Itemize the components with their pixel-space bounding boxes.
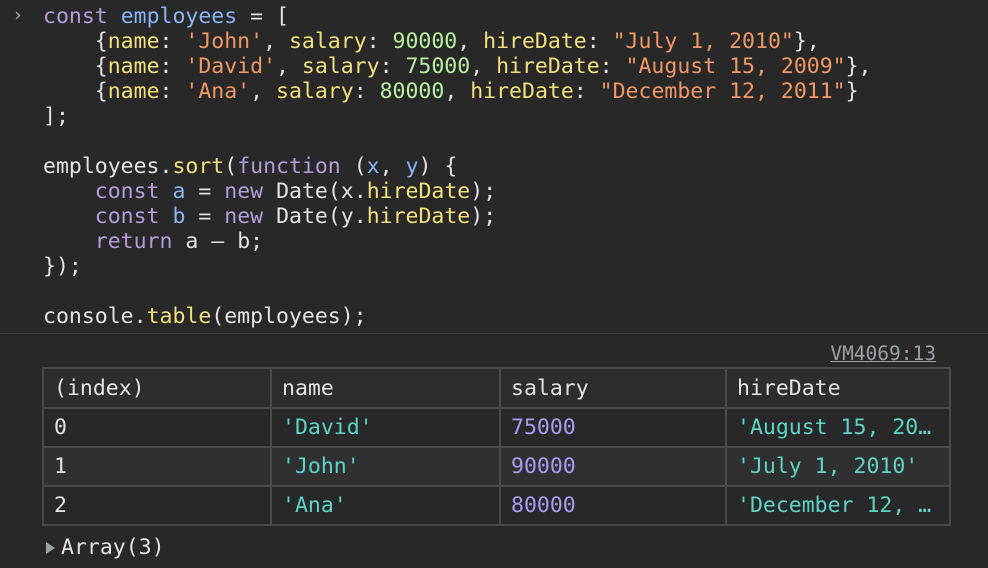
console-table: (index) name salary hireDate 0 'David' 7… [42,367,951,526]
property: name [107,79,160,104]
code-line-5: ]; [43,104,69,129]
property: hireDate [366,204,471,229]
hiredate-cell: 'August 15, 20… [725,407,951,448]
code-line-10: return a – b; [94,229,264,254]
variable: employees [43,154,160,179]
hiredate-cell: 'July 1, 2010' [725,446,951,487]
property: salary [301,54,380,79]
parameter: y [405,154,419,179]
name-cell: 'John' [270,446,501,487]
expand-triangle-icon[interactable] [46,542,55,554]
parameter: x [340,179,354,204]
code-line-2: {name: 'John', salary: 90000, hireDate: … [94,29,820,54]
string-literal: 'Ana' [185,79,251,104]
code-line-3: {name: 'David', salary: 75000, hireDate:… [94,54,872,79]
index-cell: 1 [42,446,272,487]
code-input[interactable]: const employees = [ {name: 'John', salar… [43,4,872,329]
variable: employees [120,4,238,29]
column-header[interactable]: hireDate [725,367,951,409]
code-text: }, [845,54,872,79]
parameter: y [340,204,354,229]
method: sort [172,154,225,179]
index-cell: 0 [42,407,272,448]
code-line-13: console.table(employees); [43,304,367,329]
array-expander[interactable]: Array(3) [46,535,165,560]
keyword: new [224,179,264,204]
column-header[interactable]: salary [499,367,727,409]
property: hireDate [483,29,587,54]
property: hireDate [496,54,600,79]
console-prompt-icon: › [12,4,24,26]
property: name [107,54,160,79]
salary-cell: 80000 [499,485,727,526]
column-header[interactable]: (index) [42,367,272,409]
keyword: const [94,204,160,229]
console-divider [0,333,988,334]
variable: a [185,229,199,254]
number-literal: 75000 [405,54,471,79]
string-literal: "July 1, 2010" [612,29,794,54]
property: salary [276,79,354,104]
table-row: 2 'Ana' 80000 'December 12, … [42,485,951,526]
table-header-row: (index) name salary hireDate [42,367,951,409]
hiredate-cell: 'December 12, … [725,485,951,526]
salary-cell: 90000 [499,446,727,487]
variable: a [172,179,186,204]
code-text: (employees); [211,304,367,329]
string-literal: "August 15, 2009" [625,54,846,79]
keyword: function [237,154,341,179]
keyword: return [94,229,173,254]
keyword: new [224,204,264,229]
array-label: Array(3) [61,535,165,560]
property: salary [288,29,367,54]
code-text: }, [793,29,820,54]
code-line-11: }); [43,254,82,279]
parameter: x [366,154,380,179]
string-literal: 'David' [185,54,277,79]
class-name: Date [276,204,328,229]
code-line-1: const employees = [ [43,4,289,29]
number-literal: 80000 [379,79,445,104]
property: name [107,29,160,54]
salary-cell: 75000 [499,407,727,448]
variable: b [172,204,186,229]
code-line-8: const a = new Date(x.hireDate); [94,179,497,204]
code-line-7: employees.sort(function (x, y) { [43,154,458,179]
table-row: 0 'David' 75000 'August 15, 20… [42,407,951,448]
keyword: const [94,179,160,204]
code-text: = [ [237,4,289,29]
name-cell: 'Ana' [270,485,501,526]
string-literal: "December 12, 2011" [599,79,846,104]
source-link[interactable]: VM4069:13 [830,342,936,365]
variable: b [237,229,251,254]
string-literal: 'John' [185,29,264,54]
property: hireDate [470,79,574,104]
method: table [146,304,212,329]
code-line-4: {name: 'Ana', salary: 80000, hireDate: "… [94,79,859,104]
code-line-9: const b = new Date(y.hireDate); [94,204,497,229]
number-literal: 90000 [392,29,458,54]
index-cell: 2 [42,485,272,526]
code-text: } [845,79,859,104]
column-header[interactable]: name [270,367,501,409]
variable: console [43,304,134,329]
keyword: const [43,4,108,29]
table-row: 1 'John' 90000 'July 1, 2010' [42,446,951,487]
name-cell: 'David' [270,407,501,448]
class-name: Date [276,179,328,204]
property: hireDate [366,179,471,204]
